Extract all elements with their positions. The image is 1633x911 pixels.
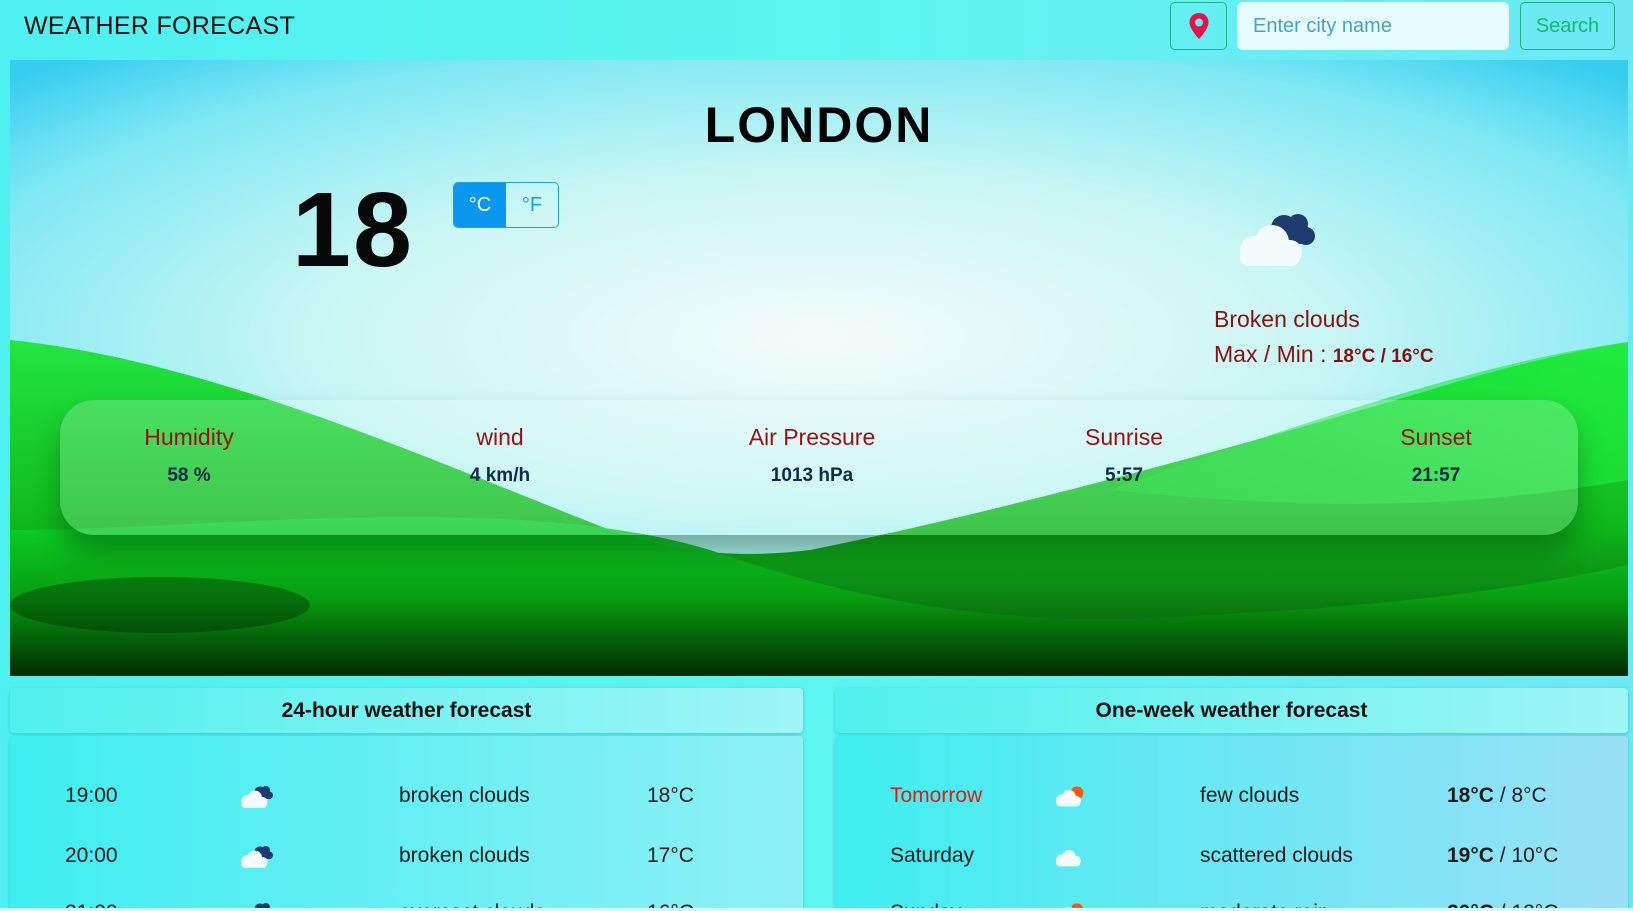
hourly-temp: 18°C [647,784,694,807]
stats-panel: Humidity 58 % wind 4 km/h Air Pressure 1… [60,400,1578,535]
broken-clouds-icon [241,786,274,808]
weekly-desc: scattered clouds [1200,844,1353,867]
stat-value: 1013 hPa [770,465,854,486]
broken-clouds-icon [1240,214,1315,266]
weekly-day: Tomorrow [890,784,983,807]
weekly-temps: 19°C / 10°C [1447,844,1558,868]
weekly-day: Saturday [890,844,975,867]
current-temperature: 18 [292,171,414,289]
current-location-button[interactable] [1170,2,1227,50]
hourly-row: 20:00 broken clouds 17°C [10,836,803,876]
stat-sunset: Sunset 21:57 [1336,400,1536,487]
stat-value: 21:57 [1411,465,1461,486]
stat-value: 4 km/h [469,465,531,486]
fahrenheit-button[interactable]: °F [506,183,558,227]
weekly-min: 8°C [1511,784,1547,807]
search-button[interactable]: Search [1520,2,1615,50]
app-title: WEATHER FORECAST [24,12,296,40]
stat-label: Sunrise [1085,424,1163,450]
weekly-sep: / [1493,844,1512,867]
stat-humidity: Humidity 58 % [89,400,289,487]
stat-label: wind [476,424,524,450]
map-pin-icon [1189,13,1208,39]
weekly-max: 19°C [1447,844,1494,867]
stat-value: 58 % [167,465,211,486]
max-min: Max / Min : 18°C / 16°C [1214,341,1434,368]
hourly-temp: 17°C [647,844,694,867]
hourly-row: 19:00 broken clouds 18°C [10,776,803,816]
stat-sunrise: Sunrise 5:57 [1024,400,1224,487]
weekly-forecast-list: Tomorrow few clouds 18°C / 8°C Saturday … [835,736,1628,911]
hourly-time: 20:00 [65,844,118,867]
weekly-row: Saturday scattered clouds 19°C / 10°C [835,836,1628,876]
condition-text: Broken clouds [1214,306,1360,332]
weekly-min: 10°C [1511,844,1559,867]
weekly-row: Tomorrow few clouds 18°C / 8°C [835,776,1628,816]
scattered-clouds-icon [1056,850,1081,867]
weekly-desc: few clouds [1200,784,1300,807]
app-header: WEATHER FORECAST Search [0,0,1633,58]
hourly-forecast-list: 19:00 broken clouds 18°C 20:00 broken cl… [10,736,803,911]
weekly-max: 18°C [1447,784,1494,807]
stat-wind: wind 4 km/h [400,400,600,487]
stat-label: Air Pressure [748,424,876,450]
city-search-input[interactable] [1237,2,1509,50]
city-name: LONDON [704,97,934,153]
hourly-desc: broken clouds [399,844,530,867]
hourly-time: 19:00 [65,784,118,807]
stat-air-pressure: Air Pressure 1013 hPa [712,400,912,487]
celsius-button[interactable]: °C [454,183,506,227]
hourly-forecast-title: 24-hour weather forecast [10,688,803,733]
stat-label: Humidity [144,424,234,450]
broken-clouds-icon [241,846,274,868]
stat-value: 5:57 [1104,465,1144,486]
weekly-temps: 18°C / 8°C [1447,784,1547,808]
unit-toggle: °C °F [453,182,559,228]
current-weather-panel: LONDON 18 °C °F Broken clouds Max / Min … [10,60,1628,676]
few-clouds-icon [1056,786,1084,807]
max-min-value: 18°C / 16°C [1332,346,1434,367]
max-min-label: Max / Min : [1214,341,1327,367]
stat-label: Sunset [1400,424,1472,450]
weekly-sep: / [1493,784,1512,807]
hourly-desc: broken clouds [399,784,530,807]
weekly-forecast-title: One-week weather forecast [835,688,1628,733]
